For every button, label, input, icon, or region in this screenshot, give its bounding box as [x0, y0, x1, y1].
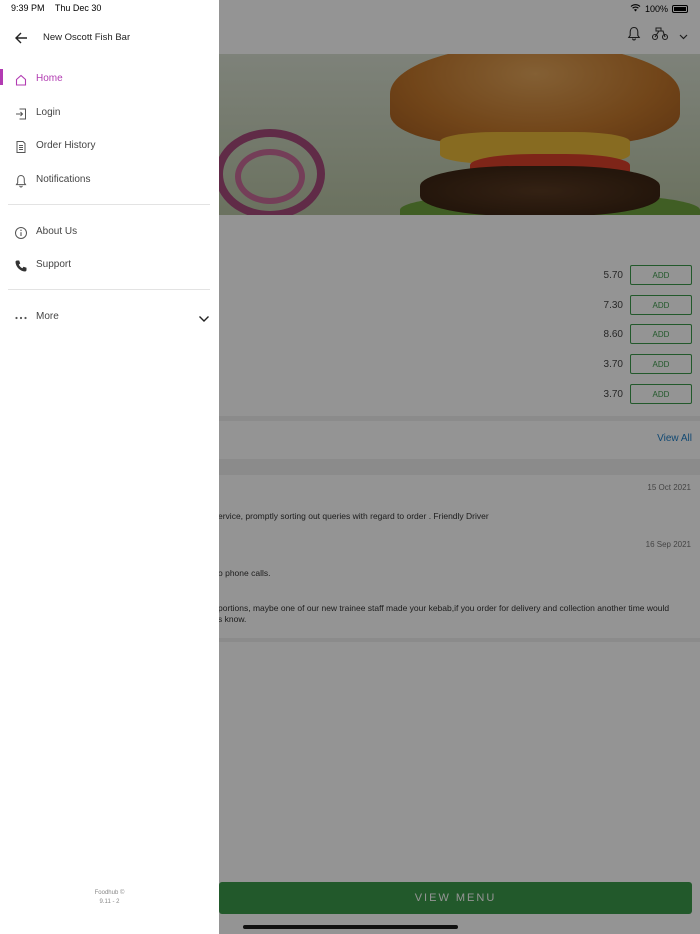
- login-icon: [14, 107, 28, 121]
- nav-item-login[interactable]: Login: [0, 102, 219, 126]
- phone-icon: [14, 259, 28, 273]
- order-history-icon: [14, 140, 28, 154]
- drawer-divider: [8, 289, 210, 290]
- active-indicator: [0, 69, 3, 85]
- restaurant-name: New Oscott Fish Bar: [43, 32, 131, 43]
- bell-icon: [14, 174, 28, 188]
- more-dots-icon: [14, 311, 28, 325]
- nav-item-about-us[interactable]: About Us: [0, 221, 219, 245]
- nav-label: Order History: [36, 140, 96, 151]
- footer-brand: Foodhub ©: [94, 890, 125, 896]
- nav-item-more[interactable]: More: [0, 306, 219, 330]
- nav-label: More: [36, 311, 59, 322]
- nav-label: Notifications: [36, 174, 91, 185]
- drawer-header: New Oscott Fish Bar: [0, 27, 219, 49]
- nav-label: Home: [36, 73, 63, 84]
- footer-version: 9.11 - 2: [99, 899, 120, 905]
- nav-label: About Us: [36, 226, 78, 237]
- drawer-divider: [8, 204, 210, 205]
- home-indicator: [243, 925, 458, 929]
- status-time: 9:39 PM: [11, 3, 45, 13]
- nav-item-notifications[interactable]: Notifications: [0, 169, 219, 193]
- nav-item-order-history[interactable]: Order History: [0, 135, 219, 159]
- chevron-down-icon: [198, 312, 210, 324]
- back-arrow-icon[interactable]: [14, 31, 28, 45]
- nav-label: Login: [36, 107, 61, 118]
- nav-item-home[interactable]: Home: [0, 68, 219, 92]
- side-drawer: 9:39 PM Thu Dec 30 New Oscott Fish Bar H…: [0, 0, 219, 934]
- info-icon: [14, 226, 28, 240]
- home-icon: [14, 73, 28, 87]
- status-date: Thu Dec 30: [54, 3, 102, 13]
- nav-label: Support: [36, 259, 72, 270]
- nav-item-support[interactable]: Support: [0, 254, 219, 278]
- status-bar-left: 9:39 PM Thu Dec 30: [11, 3, 109, 13]
